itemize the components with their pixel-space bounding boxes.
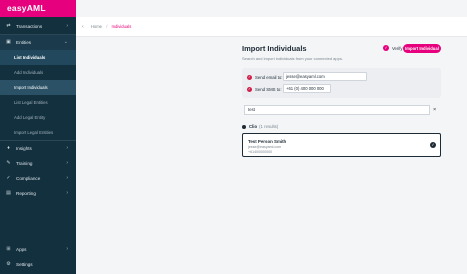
reporting-icon: ▤ [6,190,11,196]
sidebar-item-label: Apps [16,247,27,252]
sidebar-item-apps[interactable]: ⊞ Apps › [0,242,76,257]
chevron-right-icon: › [66,246,68,252]
required-icon: ✓ [247,74,252,80]
sidebar-item-label: Import Legal Entities [14,130,54,135]
search-input[interactable]: test [244,105,430,115]
sidebar-item-add-individuals[interactable]: Add Individuals [0,65,76,80]
transactions-icon: ⇄ [6,23,11,29]
sidebar-item-label: Training [16,161,33,166]
top-bar: ‹ Home / Individuals [76,17,467,37]
back-chevron-icon[interactable]: ‹ [82,24,84,30]
sidebar-item-label: Reporting [16,191,36,196]
sidebar-item-transactions[interactable]: ⇄ Transactions › [0,19,76,34]
sidebar-item-label: Insights [16,146,32,151]
sidebar-item-label: Transactions [16,24,43,29]
sidebar-item-label: Add Individuals [14,70,44,75]
insights-icon: ♦ [7,145,10,151]
send-sms-label: Send SMS to: [255,86,282,92]
chevron-right-icon: › [66,175,68,181]
breadcrumb-separator: / [106,24,108,29]
result-email: jesse@easyaml.com [248,145,282,149]
apps-icon: ⊞ [6,246,11,252]
chevron-right-icon: › [66,145,68,151]
chevron-down-icon: ⌄ [63,39,68,45]
check-icon: ✓ [383,45,389,51]
close-icon[interactable]: × [433,105,436,115]
result-phone: +61400000000 [248,150,273,154]
results-source: Clio [249,124,258,129]
breadcrumb-home[interactable]: Home [91,24,102,29]
send-sms-row: ✓ Send SMS to: [247,84,282,94]
sidebar-item-entities[interactable]: ▣ Entities ⌄ [0,35,76,50]
chevron-right-icon: › [66,160,68,166]
send-sms-field[interactable]: +61 (0) 400 000 000 [283,84,331,93]
required-icon: ✓ [247,86,252,92]
chevron-right-icon: › [66,190,68,196]
chevron-right-icon: › [66,23,68,29]
sidebar-item-label: Add Legal Entity [14,115,46,120]
entities-icon: ▣ [6,39,11,45]
main-content: ‹ Home / Individuals Import Individuals … [76,0,467,274]
import-individual-button[interactable]: Import Individual [403,44,441,53]
sidebar-item-add-legal-entity[interactable]: Add Legal Entity [0,110,76,125]
send-email-row: ✓ Send email to: [247,72,282,82]
verify-label: Verify [392,45,403,51]
training-icon: ✎ [6,160,11,166]
results-count: (1 results) [259,124,279,129]
sidebar-item-import-individuals[interactable]: Import Individuals [0,80,76,95]
sidebar-item-label: Entities [16,40,32,45]
compliance-icon: ✓ [6,175,11,181]
result-card[interactable]: Test Person Smith jesse@easyaml.com +614… [242,133,441,157]
breadcrumb: ‹ Home / Individuals [82,24,131,30]
source-dot-icon [242,124,246,129]
verify-toggle[interactable]: ✓ Verify [383,45,402,51]
sidebar-item-label: Compliance [16,176,41,181]
page-title: Import Individuals [242,44,307,53]
app-root: easyAML ⇄ Transactions › ▣ Entities ⌄ Li… [0,0,467,274]
sidebar-item-label: Settings [16,262,33,267]
sidebar-item-compliance[interactable]: ✓ Compliance › [0,171,76,186]
sidebar-item-label: Import Individuals [14,85,48,90]
page-subtitle: Search and import individuals from your … [242,56,343,61]
check-icon[interactable]: ✓ [430,142,436,148]
results-header: Clio (1 results) [242,124,278,129]
send-email-field[interactable]: jesse@easyaml.com [283,72,367,81]
sidebar-item-reporting[interactable]: ▤ Reporting › [0,186,76,201]
gear-icon: ⚙ [6,261,11,267]
sidebar: easyAML ⇄ Transactions › ▣ Entities ⌄ Li… [0,0,76,274]
sidebar-item-list-individuals[interactable]: List Individuals [0,50,76,65]
sidebar-item-settings[interactable]: ⚙ Settings [0,257,76,272]
breadcrumb-current: Individuals [111,24,132,29]
send-email-label: Send email to: [255,74,283,80]
sidebar-item-label: List Legal Entities [14,100,48,105]
sidebar-item-import-legal-entities[interactable]: Import Legal Entities [0,125,76,140]
sidebar-item-insights[interactable]: ♦ Insights › [0,141,76,156]
send-panel: ✓ Send email to: jesse@easyaml.com ✓ Sen… [242,68,441,98]
brand-logo[interactable]: easyAML [0,0,76,17]
sidebar-bottom: ⊞ Apps › ⚙ Settings [0,242,76,272]
sidebar-item-list-legal-entities[interactable]: List Legal Entities [0,95,76,110]
sidebar-item-training[interactable]: ✎ Training › [0,156,76,171]
result-name: Test Person Smith [248,139,287,144]
sidebar-item-label: List Individuals [14,55,46,60]
